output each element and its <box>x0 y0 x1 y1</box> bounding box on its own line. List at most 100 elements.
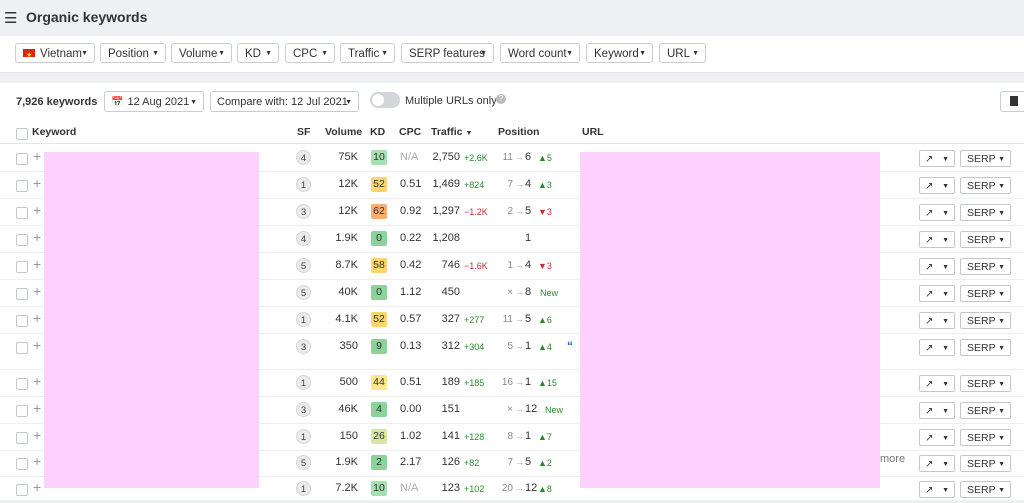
add-keyword-icon[interactable]: + <box>33 283 41 299</box>
position-history-button[interactable]: ↗ ▼ <box>919 312 955 329</box>
serp-button[interactable]: SERP ▼ <box>960 455 1011 472</box>
arrow-right-icon: → <box>515 287 524 297</box>
position-history-button[interactable]: ↗ ▼ <box>919 455 955 472</box>
volume-value: 150 <box>339 430 358 442</box>
add-keyword-icon[interactable]: + <box>33 400 41 416</box>
position-previous: 1 <box>507 260 513 271</box>
header-sf[interactable]: SF <box>297 126 310 138</box>
position-history-button[interactable]: ↗ ▼ <box>919 258 955 275</box>
keyword-filter[interactable]: Keyword ▼ <box>586 43 653 63</box>
hamburger-icon[interactable]: ☰ <box>4 9 17 27</box>
row-checkbox[interactable] <box>16 405 28 417</box>
row-checkbox[interactable] <box>16 315 28 327</box>
position-history-button[interactable]: ↗ ▼ <box>919 231 955 248</box>
position-history-button[interactable]: ↗ ▼ <box>919 150 955 167</box>
caret-down-icon: ▼ <box>998 237 1005 244</box>
add-keyword-icon[interactable]: + <box>33 453 41 469</box>
row-checkbox[interactable] <box>16 234 28 246</box>
serp-button[interactable]: SERP ▼ <box>960 150 1011 167</box>
url-filter[interactable]: URL ▼ <box>659 43 706 63</box>
kd-filter[interactable]: KD ▼ <box>237 43 279 63</box>
row-checkbox[interactable] <box>16 288 28 300</box>
date-picker[interactable]: 📅 12 Aug 2021 ▼ <box>104 91 204 112</box>
position-history-button[interactable]: ↗ ▼ <box>919 177 955 194</box>
header-volume[interactable]: Volume <box>325 126 362 138</box>
position-history-button[interactable]: ↗ ▼ <box>919 375 955 392</box>
position-history-button[interactable]: ↗ ▼ <box>919 481 955 498</box>
serp-button[interactable]: SERP ▼ <box>960 231 1011 248</box>
add-keyword-icon[interactable]: + <box>33 310 41 326</box>
country-filter[interactable]: Vietnam▼ <box>15 43 95 66</box>
row-checkbox[interactable] <box>16 180 28 192</box>
serp-button[interactable]: SERP ▼ <box>960 312 1011 329</box>
row-checkbox[interactable] <box>16 378 28 390</box>
serp-button[interactable]: SERP ▼ <box>960 429 1011 446</box>
word-count-filter[interactable]: Word count ▼ <box>500 43 580 63</box>
export-icon <box>1010 96 1018 106</box>
position-change-value: 8 <box>546 484 552 494</box>
row-checkbox[interactable] <box>16 207 28 219</box>
serp-button[interactable]: SERP ▼ <box>960 339 1011 356</box>
traffic-filter[interactable]: Traffic ▼ <box>340 43 395 63</box>
header-cpc[interactable]: CPC <box>399 126 421 138</box>
position-history-button[interactable]: ↗ ▼ <box>919 204 955 221</box>
filter-label: URL <box>667 48 691 60</box>
traffic-value: 123 <box>441 482 460 494</box>
caret-down-icon: ▼ <box>265 50 272 57</box>
add-keyword-icon[interactable]: + <box>33 229 41 245</box>
select-all-checkbox[interactable] <box>16 128 28 140</box>
position-filter[interactable]: Position ▼ <box>100 43 166 63</box>
serp-button[interactable]: SERP ▼ <box>960 375 1011 392</box>
position-history-button[interactable]: ↗ ▼ <box>919 402 955 419</box>
volume-filter[interactable]: Volume ▼ <box>171 43 232 63</box>
position-current: 6 <box>525 151 532 163</box>
position-history-button[interactable]: ↗ ▼ <box>919 339 955 356</box>
add-keyword-icon[interactable]: + <box>33 479 41 495</box>
add-keyword-icon[interactable]: + <box>33 337 41 353</box>
position-history-button[interactable]: ↗ ▼ <box>919 429 955 446</box>
add-keyword-icon[interactable]: + <box>33 202 41 218</box>
arrow-right-icon: → <box>515 206 524 216</box>
serp-button[interactable]: SERP ▼ <box>960 258 1011 275</box>
caret-down-icon: ▼ <box>942 345 949 352</box>
serp-button[interactable]: SERP ▼ <box>960 285 1011 302</box>
add-keyword-icon[interactable]: + <box>33 427 41 443</box>
row-checkbox[interactable] <box>16 153 28 165</box>
row-checkbox[interactable] <box>16 458 28 470</box>
multiple-urls-toggle[interactable] <box>370 92 400 108</box>
more-link[interactable]: more <box>880 453 905 465</box>
header-position[interactable]: Position <box>498 126 539 138</box>
arrow-down-icon: ▼ <box>538 261 547 271</box>
volume-value: 12K <box>338 205 358 217</box>
volume-value: 8.7K <box>335 259 358 271</box>
serp-button[interactable]: SERP ▼ <box>960 402 1011 419</box>
header-kd[interactable]: KD <box>370 126 385 138</box>
help-icon[interactable]: ? <box>496 94 506 104</box>
header-traffic[interactable]: Traffic ▼ <box>431 126 472 138</box>
compare-picker[interactable]: Compare with: 12 Jul 2021 ▼ <box>210 91 359 112</box>
caret-down-icon: ▼ <box>998 408 1005 415</box>
add-keyword-icon[interactable]: + <box>33 175 41 191</box>
header-url[interactable]: URL <box>582 126 604 138</box>
serp-button[interactable]: SERP ▼ <box>960 177 1011 194</box>
row-checkbox[interactable] <box>16 432 28 444</box>
export-button[interactable] <box>1000 91 1024 112</box>
position-history-button[interactable]: ↗ ▼ <box>919 285 955 302</box>
position-previous: 11 <box>502 152 513 163</box>
trend-chart-icon: ↗ <box>925 316 934 327</box>
volume-value: 4.1K <box>335 313 358 325</box>
serp-button[interactable]: SERP ▼ <box>960 481 1011 498</box>
position-change: ▲5 <box>538 153 552 163</box>
add-keyword-icon[interactable]: + <box>33 148 41 164</box>
serp-button[interactable]: SERP ▼ <box>960 204 1011 221</box>
row-checkbox[interactable] <box>16 261 28 273</box>
kd-badge: 62 <box>371 204 387 219</box>
page-title: Organic keywords <box>26 9 148 25</box>
add-keyword-icon[interactable]: + <box>33 373 41 389</box>
row-checkbox[interactable] <box>16 484 28 496</box>
serp-features-filter[interactable]: SERP features ▼ <box>401 43 494 63</box>
row-checkbox[interactable] <box>16 342 28 354</box>
header-keyword[interactable]: Keyword <box>32 126 76 138</box>
add-keyword-icon[interactable]: + <box>33 256 41 272</box>
cpc-filter[interactable]: CPC ▼ <box>285 43 335 63</box>
